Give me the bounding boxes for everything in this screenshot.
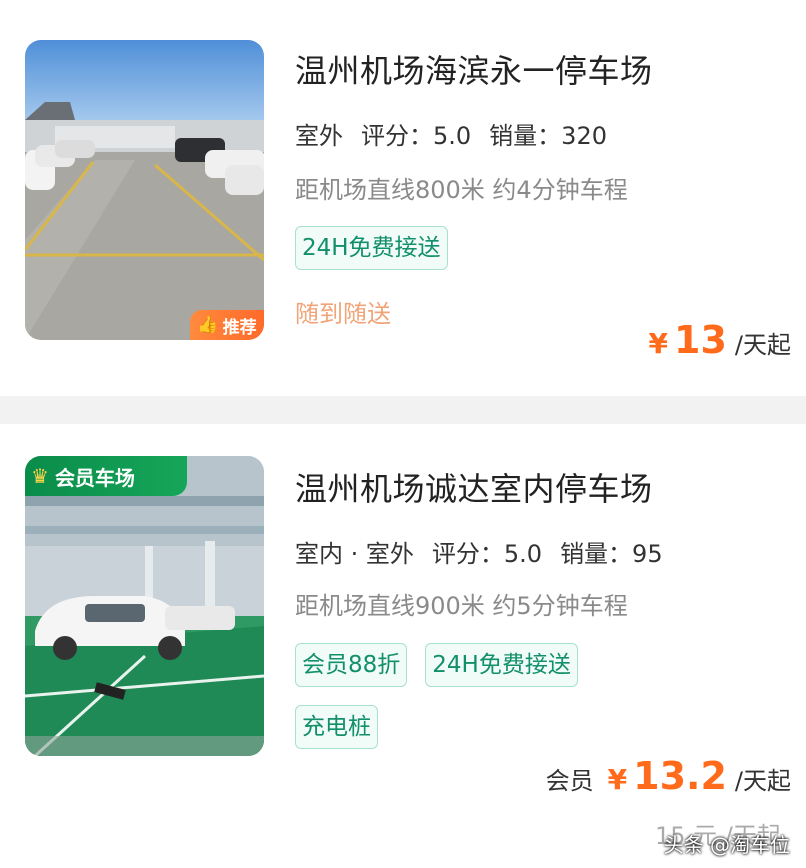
parking-lot-photo[interactable]: ♛ 会员车场 [25, 456, 264, 756]
currency-symbol: ¥ [607, 763, 628, 796]
feature-tags: 会员88折 24H免费接送 充电桩 [295, 643, 625, 749]
parking-lot-title[interactable]: 温州机场诚达室内停车场 [295, 464, 653, 510]
member-lot-badge-label: 会员车场 [54, 465, 135, 490]
rating: 评分：5.0 [361, 122, 472, 150]
listing-meta: 室内 · 室外 评分：5.0 销量：95 [293, 534, 663, 573]
price-amount: 13.2 [633, 754, 727, 798]
member-price-block: 会员 ¥ 13.2 /天起 [546, 754, 791, 798]
indoor-lot-image [25, 456, 264, 756]
rating: 评分：5.0 [431, 540, 543, 568]
location-type: 室内 · 室外 [293, 534, 418, 573]
price-unit: /天起 [734, 331, 791, 359]
feature-tag: 充电桩 [295, 705, 378, 749]
parking-listing-card[interactable]: 👍 推荐 温州机场海滨永一停车场 室外 评分：5.0 销量：320 距机场直线8… [0, 0, 806, 396]
price-unit: /天起 [734, 767, 791, 795]
parking-lot-title[interactable]: 温州机场海滨永一停车场 [295, 46, 653, 92]
currency-symbol: ¥ [648, 327, 669, 360]
feature-tag: 会员88折 [295, 643, 408, 687]
location-type: 室外 [293, 116, 347, 155]
price-block: ¥ 13 /天起 [649, 318, 791, 362]
parking-listing-card[interactable]: ♛ 会员车场 温州机场诚达室内停车场 室内 · 室外 评分：5.0 销量：95 … [0, 424, 806, 868]
sales-count: 销量：95 [560, 540, 663, 568]
distance-info: 距机场直线800米 约4分钟车程 [295, 176, 628, 204]
crown-icon: ♛ [31, 464, 49, 488]
outdoor-lot-image [25, 40, 264, 340]
member-lot-badge: ♛ 会员车场 [25, 456, 187, 496]
distance-info: 距机场直线900米 约5分钟车程 [295, 592, 628, 620]
sales-count: 销量：320 [489, 122, 607, 150]
thumbs-up-icon: 👍 [197, 315, 219, 335]
service-note: 随到随送 [295, 300, 391, 328]
listing-meta: 室外 评分：5.0 销量：320 [293, 116, 607, 155]
recommended-badge: 👍 推荐 [190, 310, 264, 340]
recommended-badge-label: 推荐 [222, 317, 257, 338]
feature-tag: 24H免费接送 [425, 643, 578, 687]
feature-tags: 24H免费接送 [295, 226, 625, 270]
parking-lot-photo[interactable]: 👍 推荐 [25, 40, 264, 340]
watermark: 头条 @淘车位 [663, 833, 790, 857]
price-amount: 13 [674, 318, 727, 362]
member-price-label: 会员 [545, 767, 594, 795]
feature-tag: 24H免费接送 [295, 226, 448, 270]
